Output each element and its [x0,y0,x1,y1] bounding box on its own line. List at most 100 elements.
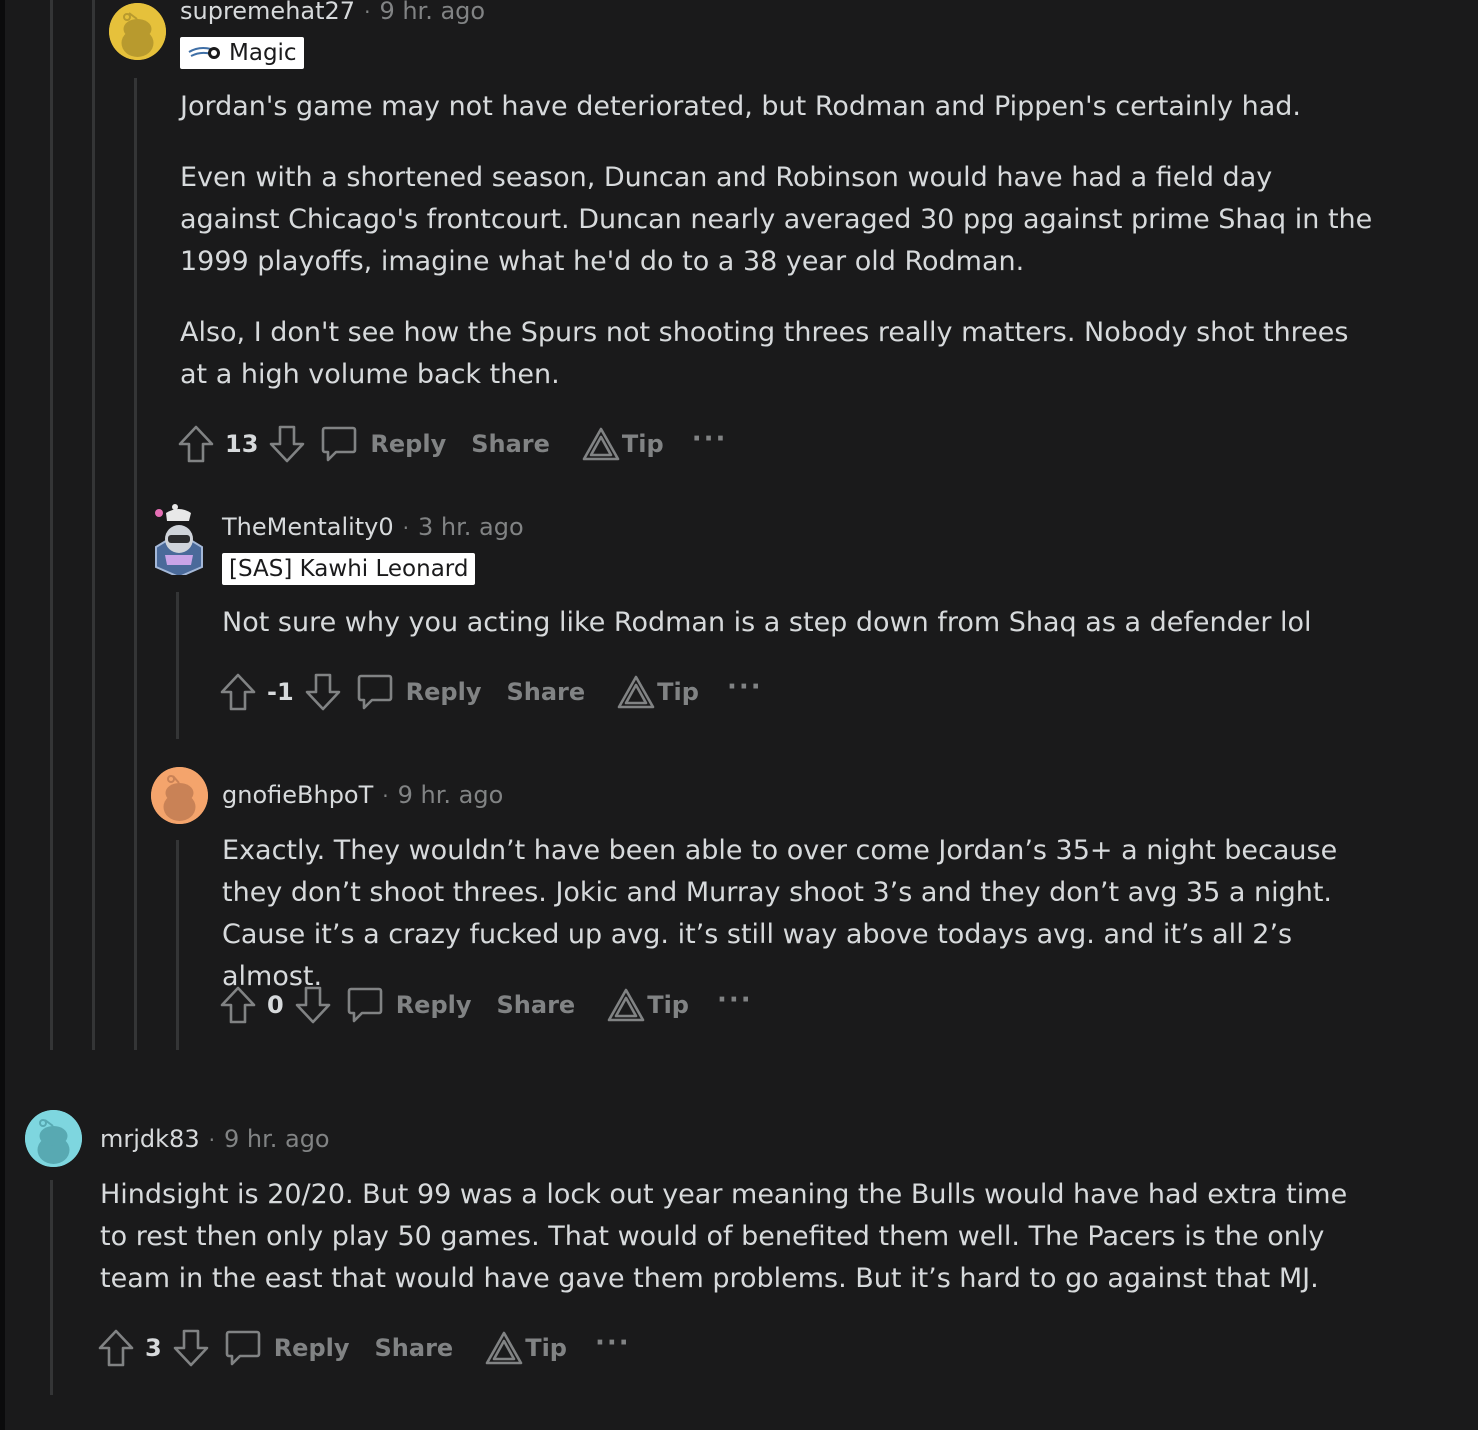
comment-bubble-icon [357,674,392,710]
more-label: ··· [726,672,763,702]
reply-button[interactable]: Reply [320,424,446,464]
avatar[interactable] [151,503,208,575]
username[interactable]: mrjdk83 [100,1125,200,1153]
comment-actions: -1 Reply Share Tip ··· [219,672,763,712]
reply-label: Reply [273,1334,350,1362]
flair-text: Magic [229,40,297,66]
upvote-button[interactable] [219,672,257,712]
tip-button[interactable]: Tip [607,987,689,1023]
avatar[interactable] [151,767,208,824]
thread-line[interactable] [50,1180,53,1395]
reply-button[interactable]: Reply [346,985,472,1025]
share-button[interactable]: Share [506,678,585,706]
thread-line[interactable] [176,840,179,1050]
user-flair: [SAS] Kawhi Leonard [222,553,476,585]
share-button[interactable]: Share [471,430,550,458]
downvote-icon [270,425,305,463]
separator-dot: · [402,516,410,540]
downvote-button[interactable] [268,424,306,464]
comment-bubble-icon [322,426,357,462]
tip-label: Tip [657,678,699,706]
thread-line[interactable] [134,78,137,1050]
more-options-button[interactable]: ··· [717,985,753,1025]
comment-body: Not sure why you acting like Rodman is a… [222,602,1422,644]
timestamp[interactable]: 3 hr. ago [418,513,524,541]
more-options-button[interactable]: ··· [692,424,728,464]
tip-button[interactable]: Tip [617,674,699,710]
username[interactable]: gnofieBhpoT [222,781,373,809]
timestamp[interactable]: 9 hr. ago [224,1125,330,1153]
downvote-button[interactable] [172,1328,210,1368]
comment-paragraph: Hindsight is 20/20. But 99 was a lock ou… [100,1179,1348,1294]
tip-triangle-icon [607,988,645,1022]
more-options-button[interactable]: ··· [727,672,763,712]
downvote-icon [305,673,340,711]
separator-dot: · [208,1128,215,1152]
comment-paragraph: Even with a shortened season, Duncan and… [180,162,1373,277]
comment-paragraph: Jordan's game may not have deteriorated,… [180,91,1301,122]
vote-score: 13 [225,430,259,458]
left-edge [0,0,5,1430]
upvote-icon [220,673,256,711]
comment-actions: 0 Reply Share Tip ··· [219,985,753,1025]
snoo-avatar-icon [25,1110,82,1167]
username[interactable]: TheMentality0 [222,513,394,541]
tip-triangle-icon [582,427,620,461]
downvote-button[interactable] [294,985,332,1025]
downvote-icon [173,1329,209,1367]
comment-bubble-icon [225,1330,261,1366]
upvote-icon [220,986,256,1024]
share-label: Share [506,678,586,706]
separator-dot: · [382,784,389,808]
share-label: Share [374,1334,454,1362]
comment-body: Exactly. They wouldn’t have been able to… [222,830,1397,998]
comment-bubble-icon [347,987,383,1023]
separator-dot: · [364,0,371,24]
tip-label: Tip [621,430,664,458]
comment-body: Jordan's game may not have deteriorated,… [180,86,1380,396]
upvote-button[interactable] [177,424,215,464]
reply-label: Reply [370,430,447,458]
tip-label: Tip [525,1334,567,1362]
reply-button[interactable]: Reply [224,1328,350,1368]
tip-triangle-icon [485,1331,523,1365]
upvote-icon [98,1329,134,1367]
user-flair: Magic [180,37,304,69]
comment-meta: gnofieBhpoT · 9 hr. ago [222,781,503,809]
more-options-button[interactable]: ··· [595,1328,631,1368]
comment-paragraph: Not sure why you acting like Rodman is a… [222,607,1312,638]
timestamp[interactable]: 9 hr. ago [398,781,504,809]
more-label: ··· [691,424,728,454]
reply-label: Reply [405,678,482,706]
avatar[interactable] [25,1110,82,1167]
more-label: ··· [716,985,753,1015]
avatar[interactable] [109,3,166,60]
tip-button[interactable]: Tip [582,426,664,462]
upvote-icon [178,425,214,463]
comment-meta: supremehat27 · 9 hr. ago [180,0,485,25]
comment-meta: mrjdk83 · 9 hr. ago [100,1125,330,1153]
snoo-avatar-icon [109,3,166,60]
vote-score: -1 [267,678,294,706]
vote-score: 0 [267,991,284,1019]
vote-score: 3 [145,1334,162,1362]
comment-meta: TheMentality0 · 3 hr. ago [222,513,524,541]
thread-line[interactable] [92,0,95,1050]
downvote-button[interactable] [304,672,342,712]
snoo-avatar-icon [151,767,208,824]
timestamp[interactable]: 9 hr. ago [379,0,485,25]
comment-body: Hindsight is 20/20. But 99 was a lock ou… [100,1174,1380,1300]
share-button[interactable]: Share [375,1334,454,1362]
tip-triangle-icon [617,675,655,709]
comment-paragraph: Exactly. They wouldn’t have been able to… [222,835,1338,992]
thread-line[interactable] [176,592,179,739]
upvote-button[interactable] [219,985,257,1025]
username[interactable]: supremehat27 [180,0,355,25]
upvote-button[interactable] [97,1328,135,1368]
tip-button[interactable]: Tip [485,1330,567,1366]
share-button[interactable]: Share [497,991,576,1019]
reply-button[interactable]: Reply [356,672,482,712]
tip-label: Tip [647,991,689,1019]
custom-avatar-icon [155,504,203,575]
thread-line[interactable] [50,0,53,1050]
